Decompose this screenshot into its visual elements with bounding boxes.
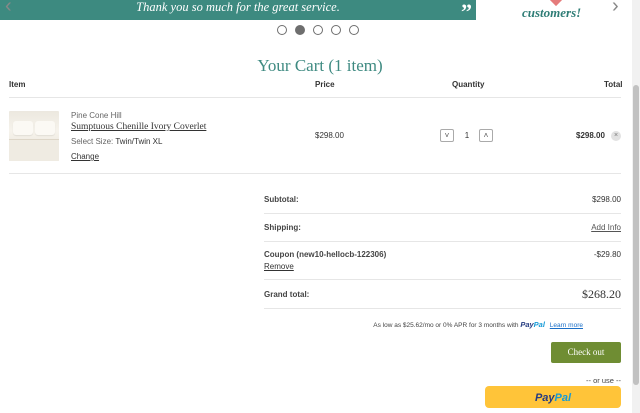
divider (264, 308, 621, 309)
paypal-logo-icon: PayPal (534, 392, 572, 404)
quantity-decrease-icon[interactable]: ˅ (440, 129, 454, 142)
shipping-add-info-link[interactable]: Add Info (591, 223, 621, 232)
product-name-link[interactable]: Sumptuous Chenille Ivory Coverlet (71, 122, 206, 132)
remove-item-icon[interactable]: × (611, 131, 621, 141)
item-total: $298.00 (576, 131, 605, 140)
carousel-dot-active[interactable] (295, 25, 305, 35)
or-use-divider: -- or use -- (585, 376, 621, 385)
carousel-dot[interactable] (349, 25, 359, 35)
testimonial-side-text: customers! (522, 5, 582, 20)
divider (9, 173, 621, 174)
carousel-dots (277, 25, 367, 35)
carousel-dot[interactable] (313, 25, 323, 35)
divider (264, 213, 621, 214)
paypal-checkout-button[interactable]: PayPal (485, 386, 621, 408)
coupon-label: Coupon (new10-hellocb-122306) (264, 250, 387, 259)
financing-text: As low as $25.62/mo or 0% APR for 3 mont… (373, 322, 519, 329)
paypal-logo-icon: PayPal (520, 320, 545, 329)
close-quote-icon: ” (461, 0, 472, 24)
divider (264, 279, 621, 280)
coupon-value: -$29.80 (593, 250, 621, 259)
grand-total-label: Grand total: (264, 290, 310, 299)
checkout-button[interactable]: Check out (551, 342, 621, 363)
carousel-prev-arrow-icon[interactable]: ‹ (5, 0, 25, 16)
change-size-link[interactable]: Change (71, 152, 99, 161)
divider (264, 241, 621, 242)
paypal-financing-note: As low as $25.62/mo or 0% APR for 3 mont… (373, 320, 583, 329)
product-size: Select Size: Twin/Twin XL (71, 137, 162, 146)
cart-page: { "carousel": { "banner_text": "Thank yo… (0, 0, 640, 413)
coupon-remove-link[interactable]: Remove (264, 262, 294, 271)
size-value: Twin/Twin XL (115, 137, 163, 146)
shipping-label: Shipping: (264, 223, 301, 232)
subtotal-value: $298.00 (592, 195, 621, 204)
column-header-quantity: Quantity (452, 80, 485, 89)
testimonial-text: Thank you so much for the great service. (136, 0, 340, 14)
quantity-value[interactable]: 1 (460, 131, 474, 140)
scrollbar-thumb[interactable] (633, 85, 639, 385)
item-price: $298.00 (315, 131, 344, 140)
testimonial-banner: Thank you so much for the great service.… (0, 0, 476, 24)
subtotal-label: Subtotal: (264, 195, 299, 204)
page-scrollbar[interactable] (632, 0, 640, 413)
product-thumbnail[interactable] (9, 111, 59, 161)
column-header-total: Total (604, 80, 623, 89)
cart-title: Your Cart (1 item) (257, 56, 383, 75)
divider (9, 97, 621, 98)
column-header-price: Price (315, 80, 335, 89)
size-label: Select Size: (71, 137, 114, 146)
carousel-dot[interactable] (331, 25, 341, 35)
grand-total-value: $268.20 (582, 287, 621, 301)
product-brand: Pine Cone Hill (71, 111, 122, 120)
carousel-next-arrow-icon[interactable]: › (612, 0, 632, 16)
column-header-item: Item (9, 80, 26, 89)
carousel-dot[interactable] (277, 25, 287, 35)
learn-more-link[interactable]: Learn more (550, 322, 583, 329)
quantity-increase-icon[interactable]: ˄ (479, 129, 493, 142)
